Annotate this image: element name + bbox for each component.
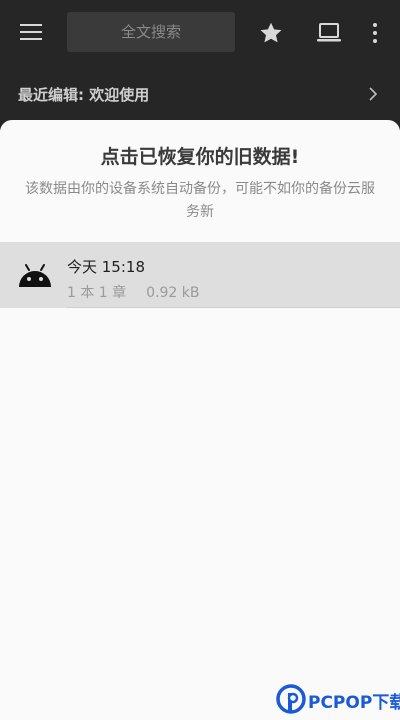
app-screen: 全文搜索 最近编辑: 欢迎使用 点击已恢复你的旧数据! 该数据由你的设备系统自动… [0, 0, 400, 720]
restore-title: 点击已恢复你的旧数据! [100, 146, 300, 168]
backup-meta: 1 本 1 章 0.92 kB [67, 282, 200, 302]
pcpop-logo-icon [276, 684, 306, 714]
backup-list-item[interactable]: 今天 15:18 1 本 1 章 0.92 kB [0, 242, 400, 308]
restore-bottom-sheet: 点击已恢复你的旧数据! 该数据由你的设备系统自动备份，可能不如你的备份云服务新 … [0, 120, 400, 720]
star-icon[interactable] [258, 20, 284, 46]
backup-time: 今天 15:18 [67, 258, 145, 276]
recent-edit-row[interactable]: 最近编辑: 欢迎使用 [0, 72, 400, 118]
android-icon [19, 264, 51, 287]
more-vert-icon[interactable] [368, 22, 382, 44]
restore-description: 该数据由你的设备系统自动备份，可能不如你的备份云服务新 [25, 181, 375, 220]
backup-counts: 1 本 1 章 [67, 285, 127, 301]
top-toolbar: 全文搜索 [0, 0, 400, 70]
menu-icon[interactable] [20, 24, 42, 42]
search-input[interactable]: 全文搜索 [67, 12, 235, 52]
recent-edit-label: 最近编辑: 欢迎使用 [18, 86, 150, 104]
watermark: PCPOP下载 [276, 684, 400, 720]
dimmed-app-background: 全文搜索 最近编辑: 欢迎使用 [0, 0, 400, 130]
chevron-right-icon [369, 87, 378, 101]
item-divider [67, 307, 400, 308]
laptop-icon[interactable] [316, 22, 342, 44]
backup-size: 0.92 kB [146, 285, 200, 301]
watermark-text: PCPOP下载 [308, 693, 400, 713]
